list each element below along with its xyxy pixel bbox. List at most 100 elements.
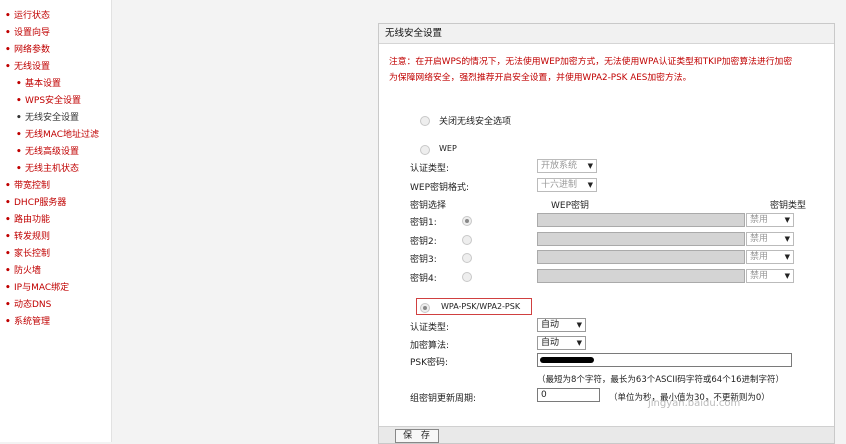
sidebar-item[interactable]: • 运行状态 xyxy=(0,8,111,25)
wep-key-label: 密钥2: xyxy=(410,237,437,247)
wep-key-type-value: 禁用 xyxy=(750,252,769,262)
wpa-auth-label: 认证类型: xyxy=(410,323,450,333)
psk-input[interactable] xyxy=(537,353,792,367)
wep-radio[interactable] xyxy=(420,145,430,155)
psk-label: PSK密码: xyxy=(410,358,449,368)
wpa-auth-value: 自动 xyxy=(541,320,560,330)
wep-key-type-select[interactable]: 禁用 ▼ xyxy=(746,269,794,283)
sidebar-item[interactable]: • 转发规则 xyxy=(0,229,111,246)
wep-key-radio[interactable] xyxy=(462,216,472,226)
sidebar-item[interactable]: • 系统管理 xyxy=(0,314,111,331)
bullet-icon: • xyxy=(5,266,11,276)
bullet-icon: • xyxy=(5,283,11,293)
wep-key-label: 密钥1: xyxy=(410,218,437,228)
sidebar-item-label: DHCP服务器 xyxy=(14,198,67,208)
sidebar-item[interactable]: • 家长控制 xyxy=(0,246,111,263)
save-button[interactable]: 保 存 xyxy=(395,429,439,443)
sidebar-item-label: 无线MAC地址过滤 xyxy=(25,130,100,140)
sidebar-item[interactable]: • IP与MAC绑定 xyxy=(0,280,111,297)
sidebar-item[interactable]: • 无线高级设置 xyxy=(0,144,111,161)
wep-key-input[interactable] xyxy=(537,269,745,283)
wpa-auth-select[interactable]: 自动 ▼ xyxy=(537,318,586,332)
wep-key-type-value: 禁用 xyxy=(750,234,769,244)
wep-key-type-select[interactable]: 禁用 ▼ xyxy=(746,232,794,246)
wpa-alg-select[interactable]: 自动 ▼ xyxy=(537,336,586,350)
bullet-icon: • xyxy=(16,164,22,174)
renew-label: 组密钥更新周期: xyxy=(410,394,477,404)
wpa-alg-value: 自动 xyxy=(541,338,560,348)
bullet-icon: • xyxy=(16,147,22,157)
wireless-security-panel: 无线安全设置 注意：在开启WPS的情况下，无法使用WEP加密方式，无法使用WPA… xyxy=(378,23,835,444)
wep-auth-select[interactable]: 开放系统 ▼ xyxy=(537,159,597,173)
sidebar-item[interactable]: • 无线安全设置 xyxy=(0,110,111,127)
sidebar-item[interactable]: • 带宽控制 xyxy=(0,178,111,195)
wep-key-input[interactable] xyxy=(537,232,745,246)
sidebar-item-label: 运行状态 xyxy=(14,11,51,21)
bullet-icon: • xyxy=(5,181,11,191)
wep-key-header: WEP密钥 xyxy=(551,201,590,211)
wep-key-input[interactable] xyxy=(537,213,745,227)
renew-period-value: 0 xyxy=(541,390,547,400)
wpa-radio[interactable] xyxy=(420,303,430,313)
chevron-down-icon: ▼ xyxy=(784,272,790,280)
bullet-icon: • xyxy=(16,96,22,106)
bullet-icon: • xyxy=(5,215,11,225)
sidebar-item[interactable]: • WPS安全设置 xyxy=(0,93,111,110)
save-bar: 保 存 xyxy=(379,426,834,443)
sidebar-item-label: 网络参数 xyxy=(14,45,51,55)
wep-key-radio[interactable] xyxy=(462,272,472,282)
bullet-icon: • xyxy=(5,198,11,208)
key-type-header: 密钥类型 xyxy=(770,201,807,211)
sidebar-item-label: 转发规则 xyxy=(14,232,51,242)
sidebar-item[interactable]: • 基本设置 xyxy=(0,76,111,93)
wpa-alg-label: 加密算法: xyxy=(410,341,450,351)
wep-auth-label: 认证类型: xyxy=(410,164,450,174)
sidebar-item-label: 设置向导 xyxy=(14,28,51,38)
sidebar-item[interactable]: • 路由功能 xyxy=(0,212,111,229)
sidebar-list: • 运行状态 • 设置向导 • 网络参数 • 无线设置 • 基本设置 • WPS安全设置 • 无线安全设置… xyxy=(0,0,111,331)
bullet-icon: • xyxy=(5,28,11,38)
wep-key-radio[interactable] xyxy=(462,235,472,245)
sidebar-item[interactable]: • 防火墙 xyxy=(0,263,111,280)
wep-key-input[interactable] xyxy=(537,250,745,264)
sidebar-item[interactable]: • 无线MAC地址过滤 xyxy=(0,127,111,144)
chevron-down-icon: ▼ xyxy=(784,253,790,261)
sidebar-item-label: 防火墙 xyxy=(14,266,42,276)
wep-format-value: 十六进制 xyxy=(541,180,578,190)
bullet-icon: • xyxy=(16,130,22,140)
chevron-down-icon: ▼ xyxy=(587,162,593,170)
wep-format-select[interactable]: 十六进制 ▼ xyxy=(537,178,597,192)
sidebar-item[interactable]: • DHCP服务器 xyxy=(0,195,111,212)
renew-period-input[interactable]: 0 xyxy=(537,388,600,402)
sidebar-item-label: 无线安全设置 xyxy=(25,113,80,123)
bullet-icon: • xyxy=(5,62,11,72)
wep-key-type-select[interactable]: 禁用 ▼ xyxy=(746,213,794,227)
bullet-icon: • xyxy=(5,317,11,327)
chevron-down-icon: ▼ xyxy=(576,321,582,329)
wpa-label: WPA-PSK/WPA2-PSK xyxy=(441,302,521,311)
off-security-radio[interactable] xyxy=(420,116,430,126)
bullet-icon: • xyxy=(5,45,11,55)
sidebar-item-label: 无线主机状态 xyxy=(25,164,80,174)
psk-hint: （最短为8个字符，最长为63个ASCII码字符或64个16进制字符） xyxy=(537,375,785,385)
sidebar-item[interactable]: • 动态DNS xyxy=(0,297,111,314)
sidebar-item-label: 动态DNS xyxy=(14,300,52,310)
wep-key-type-select[interactable]: 禁用 ▼ xyxy=(746,250,794,264)
key-select-header: 密钥选择 xyxy=(410,201,447,211)
sidebar-item[interactable]: • 无线主机状态 xyxy=(0,161,111,178)
chevron-down-icon: ▼ xyxy=(587,181,593,189)
chevron-down-icon: ▼ xyxy=(784,216,790,224)
wep-key-radio[interactable] xyxy=(462,253,472,263)
sidebar-item[interactable]: • 网络参数 xyxy=(0,42,111,59)
sidebar-item-label: 无线高级设置 xyxy=(25,147,80,157)
sidebar-item[interactable]: • 设置向导 xyxy=(0,25,111,42)
psk-masked-value xyxy=(540,357,594,363)
sidebar-item[interactable]: • 无线设置 xyxy=(0,59,111,76)
wep-format-label: WEP密钥格式: xyxy=(410,183,470,193)
wep-key-type-value: 禁用 xyxy=(750,271,769,281)
panel-title: 无线安全设置 xyxy=(379,24,834,44)
wep-key-label: 密钥3: xyxy=(410,255,437,265)
chevron-down-icon: ▼ xyxy=(784,235,790,243)
chevron-down-icon: ▼ xyxy=(576,339,582,347)
wep-auth-value: 开放系统 xyxy=(541,161,578,171)
